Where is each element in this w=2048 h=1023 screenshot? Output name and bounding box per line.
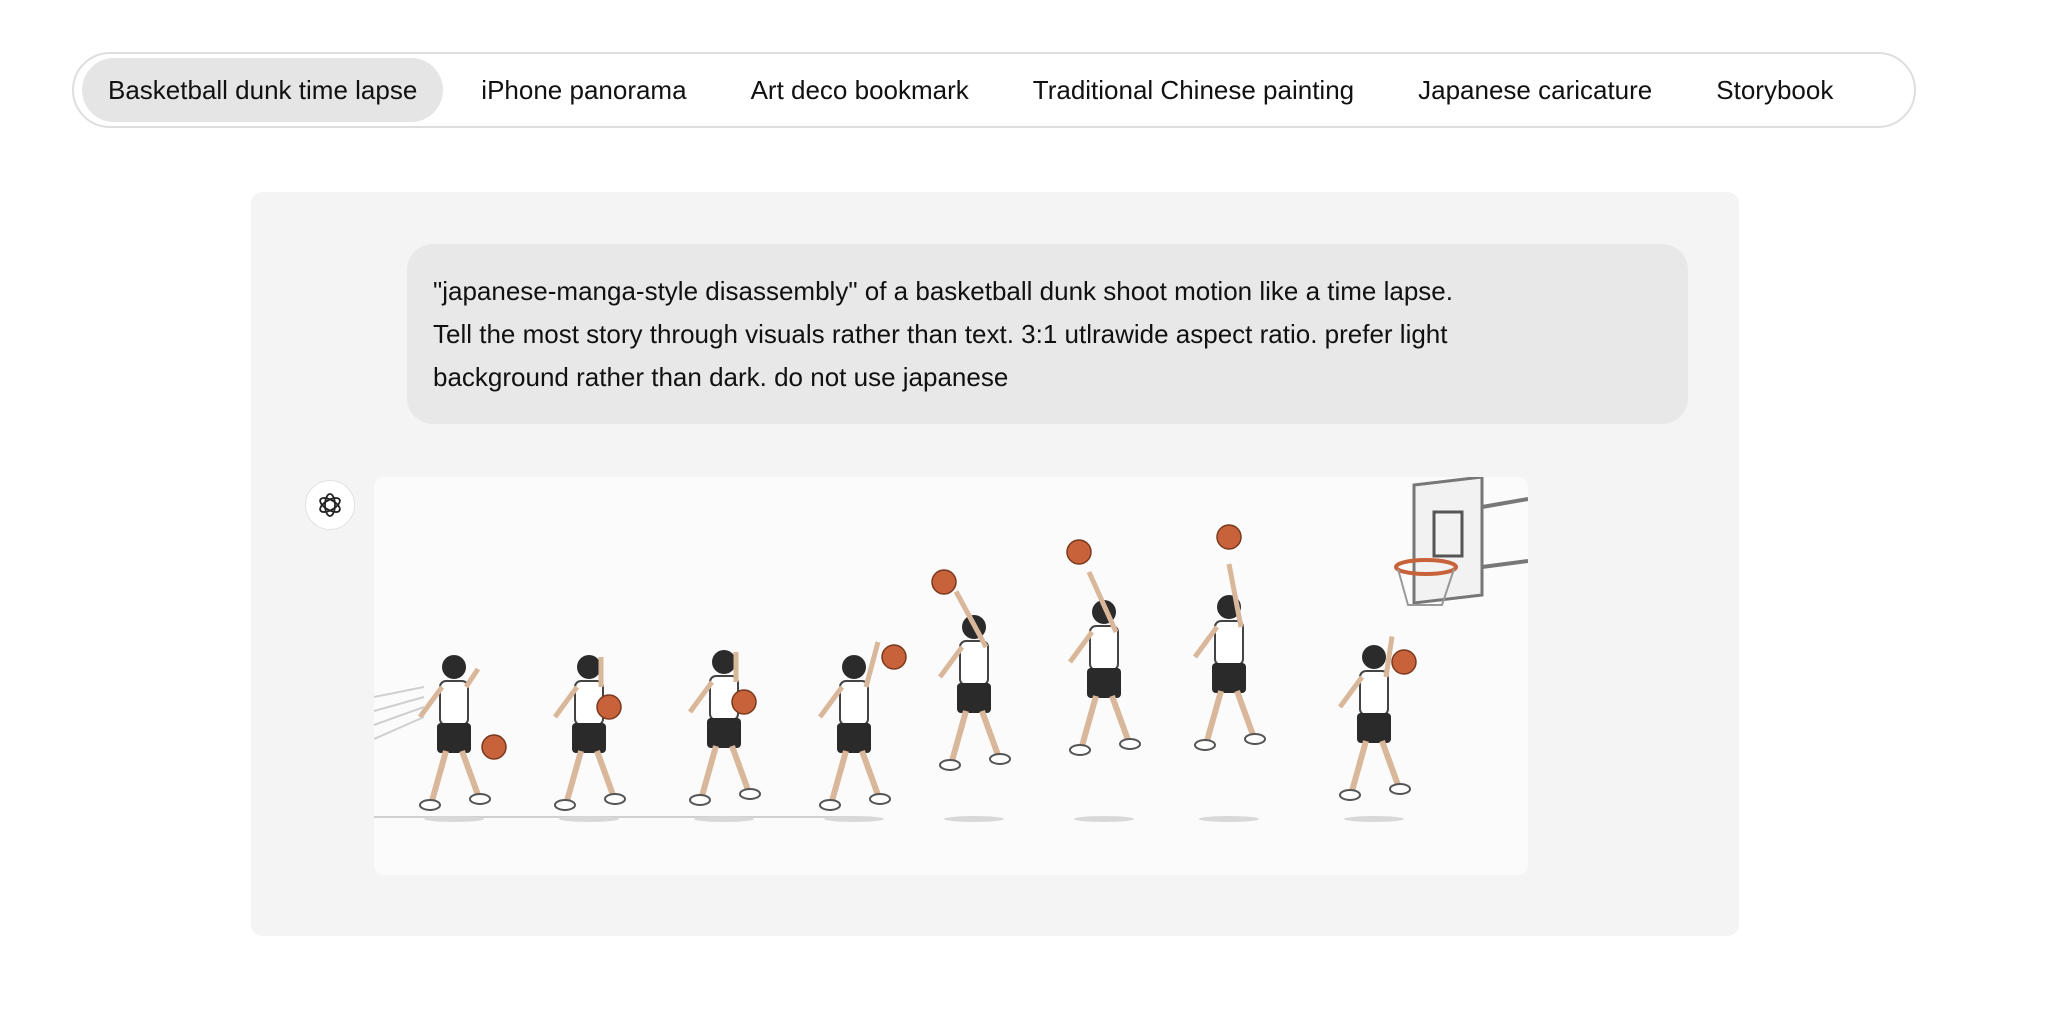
player-shorts bbox=[1357, 713, 1391, 743]
player-shorts bbox=[437, 723, 471, 753]
player-shoe bbox=[1389, 783, 1411, 795]
basketball bbox=[1066, 539, 1092, 565]
assistant-avatar bbox=[305, 480, 355, 530]
player-head bbox=[842, 655, 866, 679]
player-shoe bbox=[939, 759, 961, 771]
tab-traditional-chinese-painting[interactable]: Traditional Chinese painting bbox=[1007, 58, 1380, 122]
prompt-line: background rather than dark. do not use … bbox=[433, 362, 1009, 392]
player-shorts bbox=[572, 723, 606, 753]
openai-logo-icon bbox=[319, 493, 341, 517]
player-shoe bbox=[739, 788, 761, 800]
player-shoe bbox=[869, 793, 891, 805]
basketball bbox=[1216, 524, 1242, 550]
player-shoe bbox=[469, 793, 491, 805]
player-jersey bbox=[439, 680, 469, 726]
player-shoe bbox=[1339, 789, 1361, 801]
player-jersey bbox=[839, 680, 869, 726]
player-shoe bbox=[604, 793, 626, 805]
figure-shadow bbox=[694, 816, 754, 822]
player-head bbox=[577, 655, 601, 679]
basketball bbox=[881, 644, 907, 670]
player-shoe bbox=[419, 799, 441, 811]
tab-japanese-caricature[interactable]: Japanese caricature bbox=[1392, 58, 1678, 122]
player-shorts bbox=[1212, 663, 1246, 693]
player-jersey bbox=[1214, 620, 1244, 666]
player-shoe bbox=[554, 799, 576, 811]
player-shoe bbox=[819, 799, 841, 811]
dunk-time-lapse-illustration bbox=[374, 477, 1528, 875]
player-head bbox=[442, 655, 466, 679]
user-prompt-bubble: "japanese-manga-style disassembly" of a … bbox=[407, 244, 1688, 424]
figure-shadow bbox=[1199, 816, 1259, 822]
tab-basketball-dunk-time-lapse[interactable]: Basketball dunk time lapse bbox=[82, 58, 444, 122]
figure-shadow bbox=[559, 816, 619, 822]
player-shoe bbox=[1194, 739, 1216, 751]
tab-art-deco-bookmark[interactable]: Art deco bookmark bbox=[725, 58, 995, 122]
figure-shadow bbox=[824, 816, 884, 822]
basketball bbox=[481, 734, 507, 760]
player-shoe bbox=[1119, 738, 1141, 750]
basketball bbox=[596, 694, 622, 720]
figure-shadow bbox=[424, 816, 484, 822]
figure-shadow bbox=[1074, 816, 1134, 822]
player-shorts bbox=[707, 718, 741, 748]
player-shoe bbox=[1069, 744, 1091, 756]
figure-shadow bbox=[944, 816, 1004, 822]
image-background bbox=[374, 477, 1528, 875]
player-shorts bbox=[837, 723, 871, 753]
tab-storybook[interactable]: Storybook bbox=[1690, 58, 1859, 122]
conversation-panel: "japanese-manga-style disassembly" of a … bbox=[251, 192, 1739, 936]
player-head bbox=[1362, 645, 1386, 669]
figure-shadow bbox=[1344, 816, 1404, 822]
player-shoe bbox=[1244, 733, 1266, 745]
player-shoe bbox=[989, 753, 1011, 765]
prompt-line: "japanese-manga-style disassembly" of a … bbox=[433, 276, 1453, 306]
basketball bbox=[731, 689, 757, 715]
generated-image[interactable] bbox=[374, 477, 1528, 875]
player-shorts bbox=[1087, 668, 1121, 698]
basketball bbox=[931, 569, 957, 595]
player-shoe bbox=[689, 794, 711, 806]
prompt-line: Tell the most story through visuals rath… bbox=[433, 319, 1448, 349]
player-head bbox=[712, 650, 736, 674]
basketball bbox=[1391, 649, 1417, 675]
player-jersey bbox=[1359, 670, 1389, 716]
example-tabs: Basketball dunk time lapse iPhone panora… bbox=[72, 52, 1916, 128]
tab-iphone-panorama[interactable]: iPhone panorama bbox=[455, 58, 712, 122]
player-shorts bbox=[957, 683, 991, 713]
